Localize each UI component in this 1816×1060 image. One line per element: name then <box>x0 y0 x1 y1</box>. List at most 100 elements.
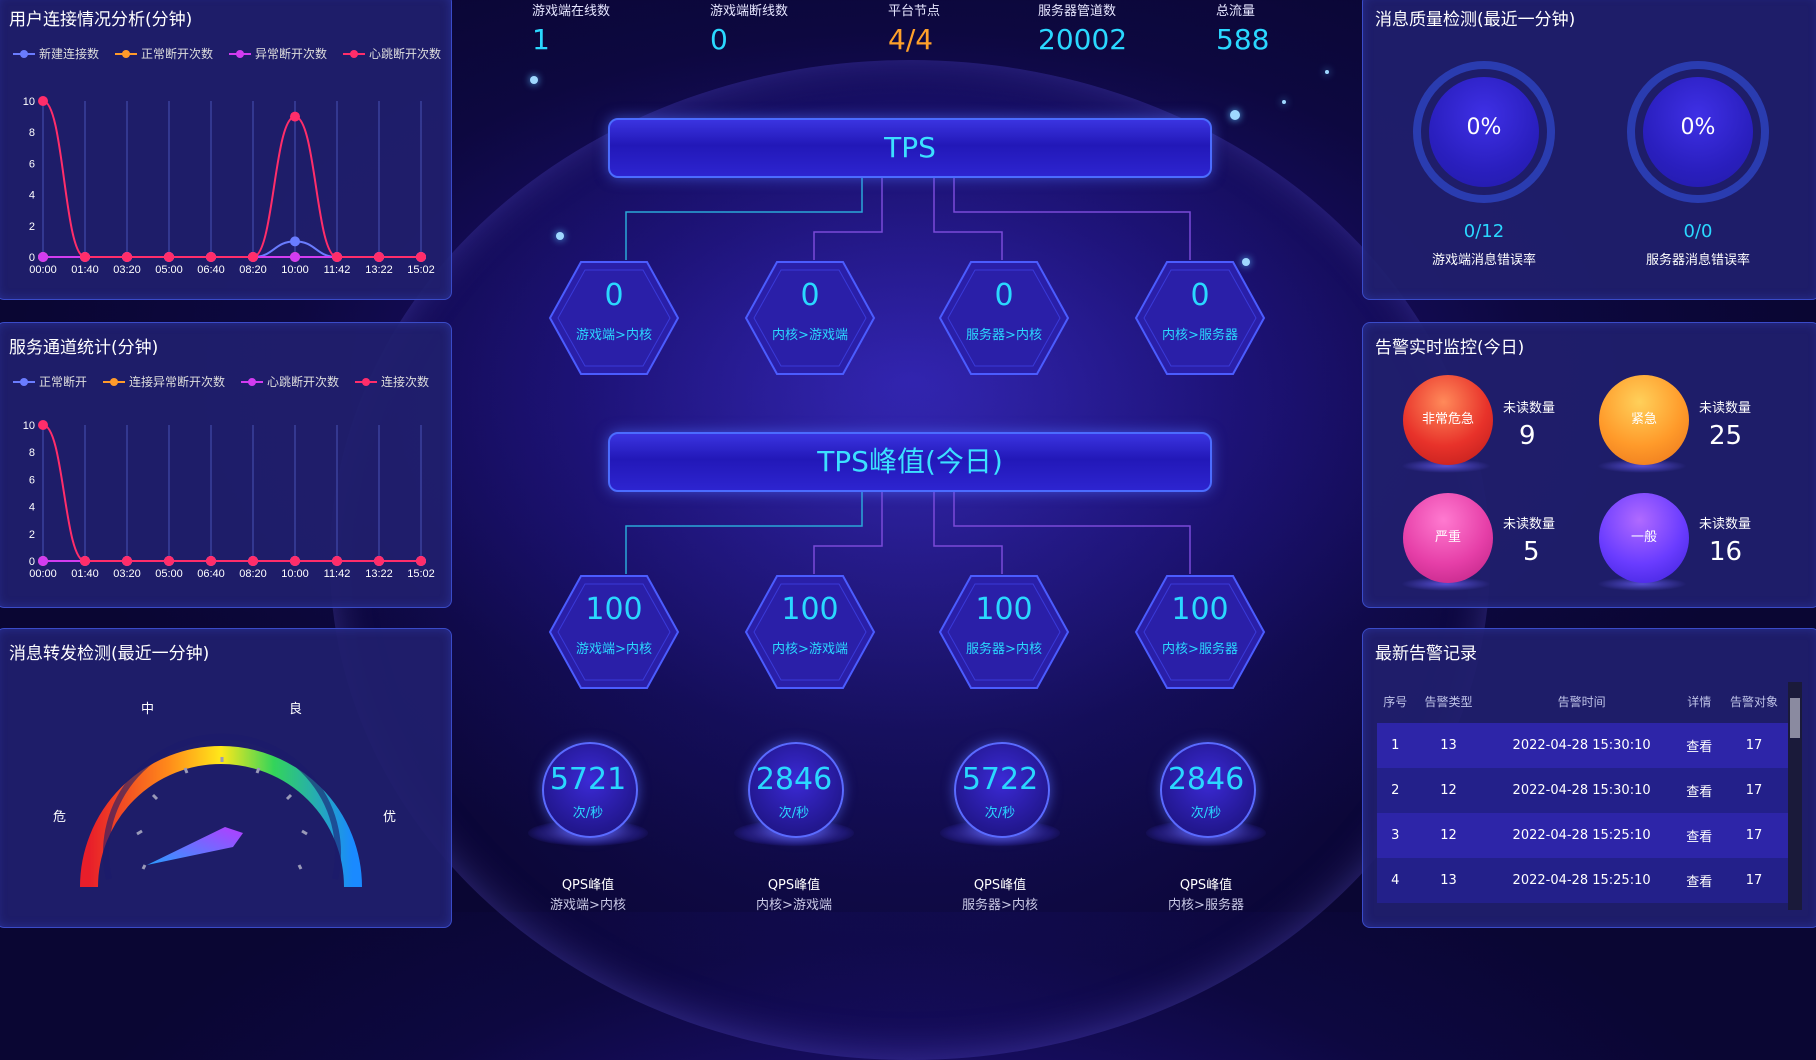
forward-gauge: 危 中 良 优 <box>53 701 396 888</box>
hex-label: 服务器>内核 <box>966 328 1042 343</box>
y-tick-label: 10 <box>23 420 35 432</box>
star-decoration <box>1282 100 1286 104</box>
table-row: 2 12 2022-04-28 15:30:10 查看 17 <box>1377 768 1789 813</box>
hex-value: 100 <box>781 592 839 627</box>
tps-hex-server-to-kernel: 0 服务器>内核 <box>938 260 1070 376</box>
y-tick-label: 2 <box>29 221 35 233</box>
column-header: 告警类型 <box>1424 694 1473 709</box>
alarm-critical-ball[interactable]: 非常危急 <box>1403 375 1493 465</box>
hex-label: 游戏端>内核 <box>576 328 652 343</box>
x-tick-label: 00:00 <box>29 264 57 276</box>
table-row: 3 12 2022-04-28 15:25:10 查看 17 <box>1377 813 1789 858</box>
hex-value: 0 <box>994 278 1014 313</box>
cell-target: 17 <box>1718 813 1789 858</box>
gauge-label-excellent: 优 <box>383 809 396 824</box>
cell-target: 17 <box>1718 858 1789 903</box>
cell-type: 13 <box>1413 723 1484 768</box>
view-detail-link[interactable]: 查看 <box>1679 813 1719 858</box>
view-detail-link[interactable]: 查看 <box>1679 858 1719 903</box>
stat-label: 游戏端断线数 <box>710 4 789 19</box>
data-point <box>38 420 48 430</box>
gauge-label-mid: 中 <box>141 701 154 716</box>
hex-value: 100 <box>1171 592 1229 627</box>
data-point <box>290 252 300 262</box>
alarm-count: 5 <box>1523 537 1540 567</box>
data-point <box>164 252 174 262</box>
stat-label: 服务器管道数 <box>1038 4 1117 19</box>
hex-label: 内核>服务器 <box>1162 328 1238 343</box>
qps-value: 2846 <box>755 762 833 797</box>
records-scroll-thumb[interactable] <box>1790 698 1800 738</box>
qps-caption: QPS峰值 <box>561 878 615 893</box>
x-tick-label: 13:22 <box>365 568 393 580</box>
alarm-monitor-panel: 告警实时监控(今日) 非常危急 未读数量 9 紧急 未读数量 25 严重 未读数… <box>1362 322 1816 608</box>
stat-value: 588 <box>1216 23 1270 56</box>
stat-value: 1 <box>532 23 550 56</box>
user-connection-panel: 用户连接情况分析(分钟) 新建连接数 正常断开次数 异常断开次数 心跳断开次数 … <box>0 0 452 300</box>
data-point <box>122 556 132 566</box>
alarm-caption: 未读数量 <box>1503 401 1556 416</box>
stat-server-pipes: 服务器管道数 20002 <box>1038 0 1127 56</box>
hex-label: 内核>游戏端 <box>772 642 848 657</box>
hex-value: 0 <box>604 278 624 313</box>
hex-value: 100 <box>585 592 643 627</box>
x-tick-label: 08:20 <box>239 568 267 580</box>
column-header: 序号 <box>1383 694 1408 709</box>
alarm-records-panel: 最新告警记录 序号 告警类型 告警时间 详情 告警对象 1 13 2022-04… <box>1362 628 1816 928</box>
x-tick-label: 05:00 <box>155 568 183 580</box>
star-decoration <box>1325 70 1329 74</box>
x-tick-label: 03:20 <box>113 568 141 580</box>
quality-label: 服务器消息错误率 <box>1645 253 1750 268</box>
x-tick-label: 03:20 <box>113 264 141 276</box>
cell-target: 17 <box>1718 768 1789 813</box>
cell-time: 2022-04-28 15:25:10 <box>1483 813 1680 858</box>
qps-value: 5722 <box>961 762 1039 797</box>
quality-label: 游戏端消息错误率 <box>1431 253 1536 268</box>
y-tick-label: 6 <box>29 158 35 170</box>
data-point <box>332 252 342 262</box>
data-point <box>374 252 384 262</box>
panel-title: 告警实时监控(今日) <box>1375 338 1525 358</box>
alarm-count: 25 <box>1709 421 1743 451</box>
quality-ratio: 0/12 <box>1463 221 1505 242</box>
star-decoration <box>1230 110 1240 120</box>
y-tick-label: 4 <box>29 502 35 514</box>
star-decoration <box>556 232 564 240</box>
alarm-caption: 未读数量 <box>1699 517 1752 532</box>
hex-label: 游戏端>内核 <box>576 642 652 657</box>
message-quality-panel: 消息质量检测(最近一分钟) 0% 0/12 游戏端消息错误率 0% 0/0 服务… <box>1362 0 1816 300</box>
data-point <box>290 236 300 247</box>
x-tick-label: 11:42 <box>324 568 351 580</box>
x-tick-label: 00:00 <box>29 568 57 580</box>
alarm-severe-ball[interactable]: 严重 <box>1403 493 1493 583</box>
qps-caption: QPS峰值 <box>973 878 1027 893</box>
tps-hex-game-to-kernel: 0 游戏端>内核 <box>548 260 680 376</box>
service-channel-panel: 服务通道统计(分钟) 正常断开 连接异常断开次数 心跳断开次数 连接次数 024… <box>0 322 452 608</box>
tps-peak-hex-game-to-kernel: 100 游戏端>内核 <box>548 574 680 690</box>
column-header: 详情 <box>1687 694 1712 709</box>
data-point <box>248 556 258 566</box>
y-tick-label: 6 <box>29 474 35 486</box>
cell-no: 4 <box>1377 858 1414 903</box>
qps-sub: 内核>游戏端 <box>756 898 832 913</box>
quality-ring-game: 0% <box>1413 61 1555 203</box>
x-tick-label: 13:22 <box>365 264 393 276</box>
y-tick-label: 4 <box>29 190 35 202</box>
alarm-urgent-ball[interactable]: 紧急 <box>1599 375 1689 465</box>
view-detail-link[interactable]: 查看 <box>1679 723 1719 768</box>
series-line <box>42 100 421 258</box>
hex-value: 0 <box>800 278 820 313</box>
quality-percent: 0% <box>1466 115 1502 140</box>
hex-label: 内核>游戏端 <box>772 328 848 343</box>
data-point <box>248 252 258 262</box>
hex-value: 100 <box>975 592 1033 627</box>
alarm-count: 9 <box>1519 421 1536 451</box>
qps-unit: 次/秒 <box>1190 806 1222 821</box>
view-detail-link[interactable]: 查看 <box>1679 768 1719 813</box>
series-line <box>43 240 421 258</box>
data-point <box>290 556 300 566</box>
hex-label: 服务器>内核 <box>966 642 1042 657</box>
table-row: 1 13 2022-04-28 15:30:10 查看 17 <box>1377 723 1789 768</box>
alarm-general-ball[interactable]: 一般 <box>1599 493 1689 583</box>
gauge-arc <box>80 746 362 888</box>
